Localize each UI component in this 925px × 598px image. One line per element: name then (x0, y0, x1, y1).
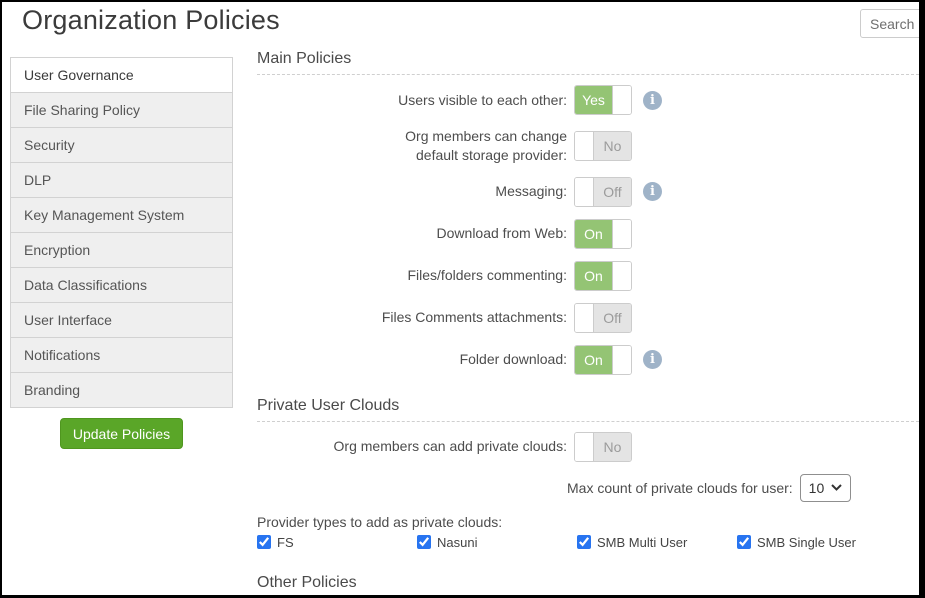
toggle-state-label: On (575, 262, 612, 290)
checkbox-label: SMB Single User (757, 535, 856, 550)
policy-row-files-commenting: Files/folders commenting: On (257, 261, 919, 291)
toggle-state-label: Off (594, 304, 631, 332)
policy-label: Files/folders commenting: (407, 266, 567, 285)
toggle-state-label: On (575, 220, 612, 248)
policy-label: Org members can change default storage p… (372, 127, 567, 165)
checkbox-item-fs[interactable]: FS (257, 535, 417, 550)
sidebar: User Governance File Sharing Policy Secu… (10, 57, 233, 449)
toggle-change-storage-provider[interactable]: No (574, 131, 632, 161)
toggle-state-label: On (575, 346, 612, 374)
checkbox-label: SMB Multi User (597, 535, 687, 550)
checkbox-fs[interactable] (257, 535, 271, 549)
toggle-knob (575, 178, 594, 206)
policy-label: Files Comments attachments: (382, 308, 567, 327)
policy-label: Users visible to each other: (398, 91, 567, 110)
toggle-files-commenting[interactable]: On (574, 261, 632, 291)
toggle-users-visible[interactable]: Yes (574, 85, 632, 115)
checkbox-label: Nasuni (437, 535, 477, 550)
search-input[interactable] (860, 9, 925, 38)
policy-row-messaging: Messaging: Off i (257, 177, 919, 207)
update-policies-button[interactable]: Update Policies (60, 418, 183, 449)
policy-row-add-private-clouds: Org members can add private clouds: No (257, 432, 919, 462)
checkbox-item-smb-multi-user[interactable]: SMB Multi User (577, 535, 737, 550)
policy-row-storage-provider: Org members can change default storage p… (257, 127, 919, 165)
policy-label: Messaging: (495, 182, 567, 201)
policy-row-folder-download: Folder download: On i (257, 345, 919, 375)
toggle-state-label: Yes (575, 86, 612, 114)
checkbox-item-nasuni[interactable]: Nasuni (417, 535, 577, 550)
toggle-state-label: No (594, 433, 631, 461)
max-clouds-select[interactable]: 10 (800, 474, 852, 502)
toggle-knob (575, 433, 594, 461)
toggle-state-label: Off (594, 178, 631, 206)
page-title: Organization Policies (22, 5, 280, 36)
sidebar-item-encryption[interactable]: Encryption (11, 233, 232, 268)
sidebar-list: User Governance File Sharing Policy Secu… (10, 57, 233, 408)
toggle-add-private-clouds[interactable]: No (574, 432, 632, 462)
toggle-comments-attachments[interactable]: Off (574, 303, 632, 333)
toggle-knob (612, 220, 631, 248)
toggle-state-label: No (594, 132, 631, 160)
window: Organization Policies User Governance Fi… (0, 0, 925, 598)
section-title-other-policies: Other Policies (257, 574, 919, 598)
policy-label: Org members can add private clouds: (334, 437, 567, 456)
toggle-messaging[interactable]: Off (574, 177, 632, 207)
toggle-folder-download[interactable]: On (574, 345, 632, 375)
max-clouds-label: Max count of private clouds for user: (567, 480, 793, 496)
section-title-private-user-clouds: Private User Clouds (257, 397, 919, 422)
sidebar-item-dlp[interactable]: DLP (11, 163, 232, 198)
provider-types-label: Provider types to add as private clouds: (257, 514, 919, 530)
sidebar-item-user-governance[interactable]: User Governance (11, 58, 232, 93)
policy-row-download-from-web: Download from Web: On (257, 219, 919, 249)
sidebar-item-user-interface[interactable]: User Interface (11, 303, 232, 338)
checkbox-smb-single-user[interactable] (737, 535, 751, 549)
sidebar-item-branding[interactable]: Branding (11, 373, 232, 407)
info-icon[interactable]: i (643, 91, 662, 110)
toggle-download-from-web[interactable]: On (574, 219, 632, 249)
policy-row-users-visible: Users visible to each other: Yes i (257, 85, 919, 115)
toggle-knob (575, 132, 594, 160)
max-clouds-value: 10 (809, 480, 825, 496)
provider-types-row: FS Nasuni SMB Multi User SMB Single User (257, 535, 919, 550)
sidebar-item-security[interactable]: Security (11, 128, 232, 163)
checkbox-item-smb-single-user[interactable]: SMB Single User (737, 535, 897, 550)
checkbox-smb-multi-user[interactable] (577, 535, 591, 549)
sidebar-item-key-management-system[interactable]: Key Management System (11, 198, 232, 233)
checkbox-label: FS (277, 535, 294, 550)
info-icon[interactable]: i (643, 350, 662, 369)
toggle-knob (612, 346, 631, 374)
section-title-main-policies: Main Policies (257, 50, 919, 75)
policy-row-comments-attachments: Files Comments attachments: Off (257, 303, 919, 333)
main-content: Main Policies Users visible to each othe… (257, 50, 919, 598)
sidebar-item-notifications[interactable]: Notifications (11, 338, 232, 373)
info-icon[interactable]: i (643, 182, 662, 201)
sidebar-item-file-sharing-policy[interactable]: File Sharing Policy (11, 93, 232, 128)
sidebar-item-data-classifications[interactable]: Data Classifications (11, 268, 232, 303)
policy-label: Folder download: (460, 350, 567, 369)
toggle-knob (612, 262, 631, 290)
policy-label: Download from Web: (437, 224, 567, 243)
checkbox-nasuni[interactable] (417, 535, 431, 549)
chevron-down-icon (831, 484, 842, 491)
toggle-knob (575, 304, 594, 332)
max-clouds-row: Max count of private clouds for user: 10 (567, 474, 919, 502)
toggle-knob (612, 86, 631, 114)
